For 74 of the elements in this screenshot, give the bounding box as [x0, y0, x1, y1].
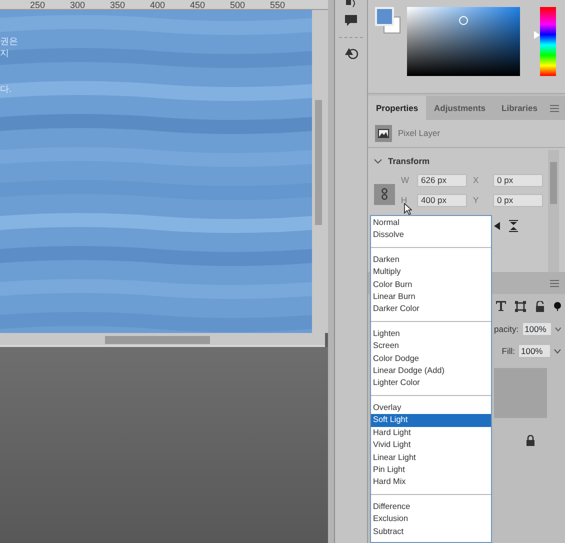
- field-label: Y: [473, 194, 480, 207]
- menu-item[interactable]: Pin Light: [371, 464, 491, 476]
- menu-item[interactable]: Hard Mix: [371, 476, 491, 489]
- menu-item[interactable]: Overlay: [371, 402, 491, 414]
- canvas-text: 다.: [0, 84, 12, 95]
- menu-item[interactable]: Normal: [371, 217, 491, 230]
- color-field[interactable]: [407, 7, 520, 76]
- comment-icon[interactable]: [344, 14, 358, 27]
- fill-field[interactable]: 100%: [518, 344, 551, 358]
- ruler-label: 400: [150, 0, 166, 9]
- menu-item[interactable]: Linear Dodge (Add): [371, 365, 491, 378]
- history-icon[interactable]: [344, 46, 358, 59]
- panel-tab[interactable]: Properties: [368, 96, 426, 120]
- slider-thumb[interactable]: [534, 30, 540, 39]
- menu-item[interactable]: Linear Burn: [371, 291, 491, 304]
- picker-ring[interactable]: [459, 16, 468, 25]
- menu-item[interactable]: Difference: [371, 500, 491, 514]
- fill-label: Fill:: [502, 344, 515, 358]
- menu-item[interactable]: Exclusion: [371, 513, 491, 526]
- ruler-label: 300: [70, 0, 86, 9]
- value-field[interactable]: 0 px: [493, 174, 543, 187]
- scrollbar-thumb[interactable]: [105, 336, 210, 344]
- transform-icon[interactable]: [515, 300, 526, 312]
- field-label: X: [473, 174, 480, 187]
- menu-item[interactable]: Dissolve: [371, 229, 491, 242]
- value-field[interactable]: 0 px: [493, 194, 543, 207]
- note-icon[interactable]: [345, 0, 357, 8]
- opacity-field[interactable]: 100%: [522, 322, 552, 336]
- type-icon[interactable]: [496, 301, 506, 311]
- hue-slider[interactable]: [534, 7, 556, 76]
- caret-icon[interactable]: [554, 348, 561, 354]
- menu-item[interactable]: Subtract: [371, 526, 491, 538]
- ruler-label: 550: [270, 0, 286, 9]
- menu-icon[interactable]: [550, 104, 559, 112]
- canvas-text: 권은: [0, 36, 18, 47]
- menu-item[interactable]: Color Dodge: [371, 352, 491, 366]
- menu-icon[interactable]: [550, 280, 559, 286]
- menu-item[interactable]: Hard Light: [371, 426, 491, 440]
- menu-item[interactable]: Multiply: [371, 266, 491, 279]
- caret-icon[interactable]: [554, 326, 561, 332]
- lock-icon[interactable]: [535, 300, 545, 312]
- triangle-icon[interactable]: [494, 222, 500, 230]
- link-button[interactable]: [374, 184, 395, 205]
- field-label: W: [401, 174, 410, 187]
- panel-scrollbar[interactable]: [548, 150, 559, 272]
- image-icon: [375, 125, 392, 142]
- menu-item[interactable]: Vivid Light: [371, 439, 491, 452]
- menu-item[interactable]: Darken: [371, 254, 491, 266]
- menu-item[interactable]: Screen: [371, 340, 491, 353]
- ruler-label: 500: [230, 0, 246, 9]
- scrollbar-thumb[interactable]: [315, 100, 322, 225]
- value-field[interactable]: 400 px: [417, 194, 467, 207]
- canvas-text: 지: [0, 48, 9, 59]
- menu-item[interactable]: Soft Light: [371, 414, 491, 427]
- dot-icon[interactable]: [554, 302, 561, 310]
- chevron-icon[interactable]: [374, 158, 382, 164]
- color-swatches-icon[interactable]: [375, 7, 401, 35]
- ruler-label: 450: [190, 0, 206, 9]
- field-label: H: [401, 194, 408, 207]
- lock-icon: [526, 435, 535, 446]
- opacity-label: pacity:: [494, 322, 519, 336]
- menu-item[interactable]: Linear Light: [371, 452, 491, 464]
- menu-item[interactable]: Lighter Color: [371, 377, 491, 390]
- ruler-label: 250: [30, 0, 46, 9]
- link-icon: [381, 188, 388, 200]
- value-field[interactable]: 626 px: [417, 174, 467, 187]
- section-title: Transform: [388, 155, 430, 168]
- menu-item[interactable]: Darker Color: [371, 303, 491, 316]
- scrollbar-thumb[interactable]: [550, 162, 557, 204]
- align-icon[interactable]: [508, 220, 519, 232]
- menu-item[interactable]: Lighten: [371, 328, 491, 340]
- horizontal-scrollbar[interactable]: [0, 333, 325, 347]
- layer-kind-label: Pixel Layer: [398, 127, 440, 140]
- ruler-label: 350: [110, 0, 126, 9]
